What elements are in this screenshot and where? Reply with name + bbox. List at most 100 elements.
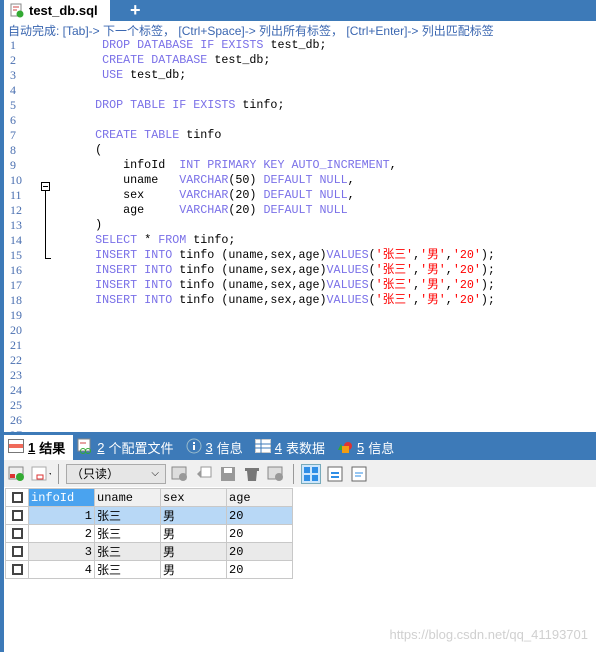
grid-cell[interactable]: 男: [160, 560, 227, 579]
chevron-down-icon: ⌵: [151, 468, 159, 479]
code-line: 12 age VARCHAR(20) DEFAULT NULL: [4, 203, 596, 218]
code-line: 1 DROP DATABASE IF EXISTS test_db;: [4, 38, 596, 53]
code-token: DEFAULT NULL: [263, 203, 348, 217]
code-text: uname VARCHAR(50) DEFAULT NULL,: [53, 173, 355, 188]
column-header[interactable]: sex: [160, 488, 227, 507]
grid-cell[interactable]: 男: [160, 542, 227, 561]
code-token: ,: [445, 293, 453, 307]
code-token: VALUES: [326, 278, 369, 292]
line-number: 26: [10, 413, 22, 427]
new-tab-button[interactable]: +: [130, 0, 141, 21]
grid-cell[interactable]: 张三: [94, 542, 161, 561]
grid-cell[interactable]: 张三: [94, 560, 161, 579]
results-tab-2[interactable]: 2 个配置文件: [73, 435, 181, 460]
code-line: 24: [4, 383, 596, 398]
results-tab-1[interactable]: 1 结果: [4, 435, 74, 460]
column-header[interactable]: infoId: [28, 488, 95, 507]
line-number: 1: [10, 38, 16, 52]
column-header[interactable]: age: [226, 488, 293, 507]
code-token: (20): [228, 203, 264, 217]
code-token: INSERT INTO: [53, 248, 180, 262]
code-token: tinfo: [186, 128, 222, 142]
form-view-icon[interactable]: [325, 464, 345, 484]
tab-number: 5: [357, 440, 365, 455]
grid-cell[interactable]: 20: [226, 524, 293, 543]
watermark: https://blog.csdn.net/qq_41193701: [389, 627, 588, 642]
sql-editor[interactable]: 1 DROP DATABASE IF EXISTS test_db; 2 CREA…: [4, 37, 596, 432]
row-checkbox[interactable]: [5, 524, 29, 543]
code-text: INSERT INTO tinfo (uname,sex,age)VALUES(…: [53, 293, 495, 308]
code-token: VARCHAR: [179, 188, 229, 202]
save-icon[interactable]: [218, 464, 238, 484]
info-icon: [186, 438, 202, 457]
line-number: 19: [10, 308, 22, 322]
grid-cell[interactable]: 3: [28, 542, 95, 561]
code-token: '20': [452, 293, 481, 307]
code-token: (: [368, 248, 376, 262]
code-token: ,: [347, 173, 355, 187]
code-token: tinfo (uname,sex,age): [179, 278, 327, 292]
code-text: CREATE DATABASE test_db;: [53, 53, 270, 68]
select-all-checkbox[interactable]: [5, 488, 29, 507]
line-number: 7: [10, 128, 16, 142]
code-token: tinfo (uname,sex,age): [179, 263, 327, 277]
line-number: 20: [10, 323, 22, 337]
table-row[interactable]: 4 张三男 20: [5, 560, 293, 579]
grid-cell[interactable]: 男: [160, 524, 227, 543]
code-token: '20': [452, 263, 481, 277]
grid-cell[interactable]: 20: [226, 542, 293, 561]
results-tab-5[interactable]: 5 信息: [333, 435, 402, 460]
code-line: 5 DROP TABLE IF EXISTS tinfo;: [4, 98, 596, 113]
text-view-icon[interactable]: [349, 464, 369, 484]
grid-cell[interactable]: 张三: [94, 506, 161, 525]
grid-cell[interactable]: 4: [28, 560, 95, 579]
insert-row-icon[interactable]: [170, 464, 190, 484]
code-token: INSERT INTO: [53, 293, 180, 307]
grid-cell[interactable]: 张三: [94, 524, 161, 543]
delete-icon[interactable]: [242, 464, 262, 484]
grid-cell[interactable]: 20: [226, 560, 293, 579]
results-tab-3[interactable]: 3 信息: [182, 435, 251, 460]
code-line: 9 infoId INT PRIMARY KEY AUTO_INCREMENT,: [4, 158, 596, 173]
code-token: );: [480, 293, 495, 307]
grid-cell[interactable]: 20: [226, 506, 293, 525]
code-token: '20': [452, 278, 481, 292]
filter-dropdown-icon[interactable]: [31, 464, 51, 484]
line-number: 25: [10, 398, 22, 412]
column-header[interactable]: uname: [94, 488, 161, 507]
row-checkbox[interactable]: [5, 542, 29, 561]
row-checkbox[interactable]: [5, 560, 29, 579]
grid-cell[interactable]: 男: [160, 506, 227, 525]
code-token: );: [480, 248, 495, 262]
table-row[interactable]: 2 张三男 20: [5, 524, 293, 543]
code-token: (: [53, 143, 103, 157]
grid-cell[interactable]: 1: [28, 506, 95, 525]
code-text: INSERT INTO tinfo (uname,sex,age)VALUES(…: [53, 263, 495, 278]
grid-header-row: infoId uname sex age: [5, 488, 293, 507]
add-row-icon[interactable]: [7, 464, 27, 484]
discard-icon[interactable]: [266, 464, 286, 484]
table-row[interactable]: 1 张三男 20: [5, 506, 293, 525]
file-tab[interactable]: test_db.sql: [4, 0, 110, 21]
table-data-icon: [254, 439, 271, 456]
code-text: INSERT INTO tinfo (uname,sex,age)VALUES(…: [53, 248, 495, 263]
code-token: (50): [228, 173, 264, 187]
code-line: 13 ): [4, 218, 596, 233]
editor-tab-bar: test_db.sql +: [0, 0, 596, 21]
readonly-mode-select[interactable]: （只读） ⌵: [66, 463, 166, 484]
tab-number: 2: [97, 440, 105, 455]
results-tab-4[interactable]: 4 表数据: [251, 435, 333, 460]
copy-row-icon[interactable]: [194, 464, 214, 484]
code-text: DROP DATABASE IF EXISTS test_db;: [53, 38, 326, 53]
tab-label: 结果: [39, 441, 66, 456]
grid-cell[interactable]: 2: [28, 524, 95, 543]
code-token: ,: [445, 278, 453, 292]
tab-label: 信息: [368, 441, 395, 456]
results-grid[interactable]: infoId uname sex age 1 张三男 20 2 张三男 20 3 张三男 20 4 张三男 2…: [5, 488, 293, 579]
grid-view-icon[interactable]: [301, 463, 321, 484]
code-token: *: [144, 233, 159, 247]
table-row[interactable]: 3 张三男 20: [5, 542, 293, 561]
code-text: sex VARCHAR(20) DEFAULT NULL,: [53, 188, 355, 203]
mode-select-value: （只读）: [71, 467, 120, 481]
row-checkbox[interactable]: [5, 506, 29, 525]
